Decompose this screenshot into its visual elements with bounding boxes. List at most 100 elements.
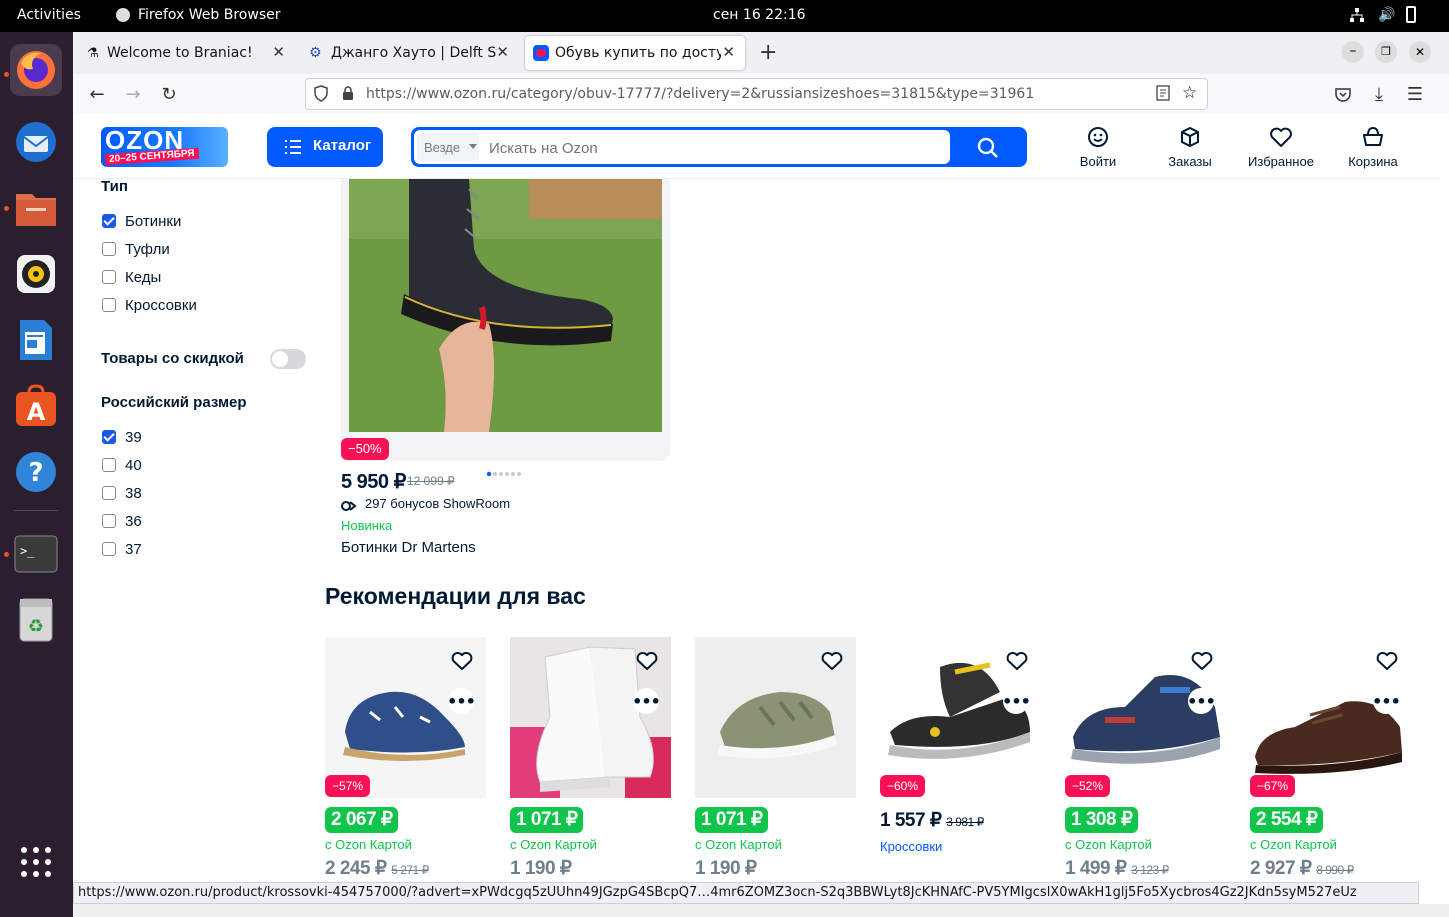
image-pager-dots[interactable] [486,462,526,477]
favorite-heart-icon[interactable] [451,651,473,671]
filter-type-label[interactable]: Кеды [125,269,161,286]
favorites-button[interactable]: Избранное [1243,126,1319,170]
tab-ozon[interactable]: Обувь купить по доступ ✕ [525,36,745,70]
reload-icon[interactable]: ↻ [154,79,184,109]
regular-price: 2 927 ₽ [1250,858,1312,879]
tab-delft[interactable]: ⚙ Джанго Хауто | Delft Sta ✕ [301,36,519,70]
minimize-button[interactable]: – [1342,41,1364,63]
discount-badge: −52% [1065,775,1111,797]
pocket-icon[interactable] [1328,79,1358,109]
product-bonus: 297 бонусов ShowRoom [365,496,511,511]
close-window-button[interactable]: ✕ [1409,41,1431,63]
more-options-icon[interactable]: ••• [1187,688,1216,714]
trash-icon[interactable]: ♻ [10,594,62,646]
network-icon[interactable] [1350,8,1364,22]
filter-type-label[interactable]: Ботинки [125,213,181,230]
recommendations-title: Рекомендации для вас [325,583,586,609]
favorite-heart-icon[interactable] [1376,651,1398,671]
favorite-heart-icon[interactable] [1191,651,1213,671]
filter-size-label[interactable]: 37 [125,541,142,558]
volume-icon[interactable]: 🔊 [1378,7,1395,23]
forward-icon[interactable]: → [118,79,148,109]
card-category[interactable]: Кроссовки [880,839,942,854]
regular-price: 2 245 ₽ [325,858,387,879]
favorite-heart-icon[interactable] [1006,651,1028,671]
checkbox-type-shoes[interactable] [102,242,116,256]
old-price: 3 123 ₽ [1131,863,1169,877]
gear-icon: ⚙ [309,45,322,61]
more-options-icon[interactable]: ••• [447,688,476,714]
more-options-icon[interactable]: ••• [632,688,661,714]
cart-label: Корзина [1348,154,1398,169]
filter-size-label[interactable]: 40 [125,457,142,474]
more-options-icon[interactable]: ••• [1372,688,1401,714]
checkbox-size-37[interactable] [102,542,116,556]
thunderbird-icon[interactable] [10,116,62,168]
tab-title: Джанго Хауто | Delft Sta [331,45,497,61]
tab-strip: ⚗ Welcome to Braniac! ✕ ⚙ Джанго Хауто |… [73,32,1449,74]
app-center-icon[interactable]: A [10,380,62,432]
search-scope-select[interactable]: Везде [417,133,479,161]
tab-braniac[interactable]: ⚗ Welcome to Braniac! ✕ [77,36,295,70]
card-price: 1 071 ₽ [695,807,769,833]
files-icon[interactable] [10,182,62,234]
close-tab-icon[interactable]: ✕ [496,43,509,61]
lock-icon[interactable] [342,86,354,105]
filter-type-label[interactable]: Туфли [125,241,170,258]
checkbox-type-sneakers[interactable] [102,298,116,312]
menu-icon[interactable]: ☰ [1400,79,1430,109]
product-badge: Новинка [341,518,393,533]
checkbox-size-40[interactable] [102,458,116,472]
terminal-icon[interactable]: >_ [10,528,62,580]
product-name[interactable]: Ботинки Dr Martens [341,539,476,556]
card-price: 2 554 ₽ [1250,807,1324,833]
checkbox-size-36[interactable] [102,514,116,528]
filter-size-label[interactable]: 36 [125,513,142,530]
checkbox-size-39[interactable] [102,430,116,444]
new-tab-button[interactable]: + [759,40,777,65]
filter-type-label[interactable]: Кроссовки [125,297,197,314]
catalog-button[interactable]: Каталог [267,127,383,167]
libreoffice-writer-icon[interactable] [10,314,62,366]
ozon-logo[interactable]: OZON 20–25 СЕНТЯБРЯ [101,127,228,167]
rhythmbox-icon[interactable] [10,248,62,300]
url-bar[interactable]: https://www.ozon.ru/category/obuv-17777/… [305,78,1208,110]
reader-view-icon[interactable] [1156,85,1170,105]
filter-size-label[interactable]: 38 [125,485,142,502]
app-menu[interactable]: Firefox Web Browser [138,7,281,23]
battery-icon[interactable] [1406,6,1416,23]
discount-toggle[interactable] [270,349,306,369]
firefox-small-icon [116,8,130,22]
search-icon[interactable] [977,137,999,163]
bookmark-star-icon[interactable]: ☆ [1182,83,1197,103]
bottom-gap [73,904,1449,917]
product-image[interactable] [349,179,662,432]
filter-size-label[interactable]: 39 [125,429,142,446]
favorite-heart-icon[interactable] [636,651,658,671]
search-scope-label: Везде [424,140,461,155]
checkbox-type-boots[interactable] [102,214,116,228]
help-icon[interactable]: ? [10,446,62,498]
favorite-heart-icon[interactable] [821,651,843,671]
close-tab-icon[interactable]: ✕ [272,43,285,61]
downloads-icon[interactable]: ⤓ [1364,79,1394,109]
search-input[interactable] [487,133,941,163]
more-options-icon[interactable]: ••• [1002,688,1031,714]
login-button[interactable]: Войти [1068,126,1128,170]
close-tab-icon[interactable]: ✕ [722,43,735,61]
back-icon[interactable]: ← [82,79,112,109]
show-apps-icon[interactable] [10,836,62,888]
shield-icon[interactable] [314,85,328,106]
ozon-card-label: с Ozon Картой [325,837,412,852]
orders-button[interactable]: Заказы [1160,126,1220,170]
checkbox-type-keds[interactable] [102,270,116,284]
svg-text:♻: ♻ [28,616,44,637]
cart-button[interactable]: Корзина [1343,126,1403,170]
maximize-button[interactable]: ❐ [1375,41,1397,63]
clock[interactable]: сен 16 22:16 [713,7,806,23]
filter-size-title: Российский размер [101,394,247,411]
activities-button[interactable]: Activities [17,7,81,23]
url-text[interactable]: https://www.ozon.ru/category/obuv-17777/… [366,86,1034,102]
firefox-icon[interactable] [10,44,62,96]
checkbox-size-38[interactable] [102,486,116,500]
